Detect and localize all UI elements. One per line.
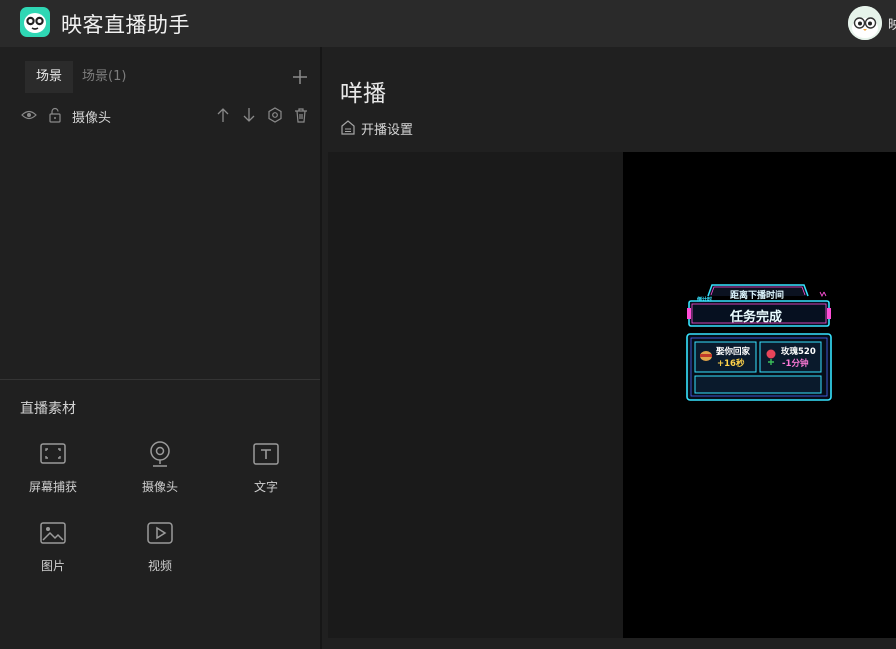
username[interactable]: 映 [888,14,896,33]
arrow-down-icon[interactable] [241,107,257,123]
widget-header: 距离下播时间 [730,291,785,301]
page-title: 咩播 [340,81,386,107]
gift2-name: 玫瑰520 [781,347,816,357]
video-icon [146,519,174,547]
material-label: 文字 [253,480,278,494]
countdown-widget[interactable]: 距离下播时间 倒计时 任务完成 娶你回家 +16秒 玫瑰520 -1分钟 [686,282,832,402]
live-settings-label: 开播设置 [361,123,414,138]
image-icon [39,519,67,547]
tab-scene-1[interactable]: 场景(1) [71,61,137,93]
material-text[interactable]: 文字 [226,440,306,496]
avatar[interactable] [848,6,882,40]
materials-title: 直播素材 [20,401,76,417]
widget-status: 任务完成 [730,310,783,325]
webcam-icon [146,440,174,468]
gift2-value: -1分钟 [782,359,809,369]
section-divider [0,379,320,380]
source-label: 摄像头 [72,111,112,126]
screen-capture-icon [39,440,67,468]
tab-scene[interactable]: 场景 [25,61,74,93]
trash-icon[interactable] [293,107,309,123]
arrow-up-icon[interactable] [215,107,231,123]
unlock-icon[interactable] [47,107,63,123]
eye-icon[interactable] [21,107,37,123]
settings-icon[interactable] [267,107,283,123]
widget-tag: 倒计时 [697,297,713,303]
gift1-name: 娶你回家 [716,347,751,357]
home-settings-icon [340,119,356,135]
material-image[interactable]: 图片 [13,519,93,575]
app-logo-icon [20,7,50,37]
material-screen-capture[interactable]: 屏幕捕获 [13,440,93,496]
gift1-value: +16秒 [717,359,745,369]
source-row[interactable]: 摄像头 [0,100,320,130]
material-label: 摄像头 [141,480,178,494]
material-video[interactable]: 视频 [120,519,200,575]
material-label: 视频 [147,559,172,573]
title-bar: 映客直播助手 映 [0,0,896,47]
material-webcam[interactable]: 摄像头 [120,440,200,496]
material-label: 图片 [40,559,65,573]
material-label: 屏幕捕获 [28,480,77,494]
text-icon [252,440,280,468]
plus-icon[interactable] [290,67,310,87]
app-title: 映客直播助手 [61,13,190,37]
